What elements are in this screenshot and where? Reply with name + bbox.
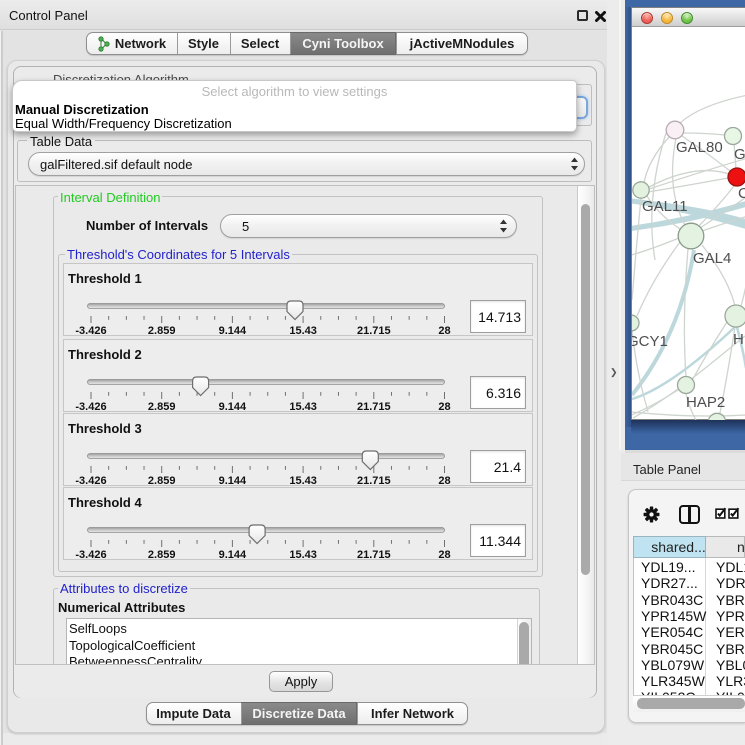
svg-text:21.715: 21.715 xyxy=(356,401,390,412)
svg-text:9.144: 9.144 xyxy=(218,401,246,412)
svg-text:GAL4: GAL4 xyxy=(693,250,731,267)
svg-text:15.43: 15.43 xyxy=(289,325,317,336)
svg-text:28: 28 xyxy=(438,475,450,486)
svg-text:21.715: 21.715 xyxy=(356,325,390,336)
svg-text:21.715: 21.715 xyxy=(356,475,390,486)
svg-text:2.859: 2.859 xyxy=(147,401,175,412)
svg-text:28: 28 xyxy=(438,325,450,336)
svg-text:GA: GA xyxy=(734,146,745,163)
svg-text:2.859: 2.859 xyxy=(147,549,175,560)
svg-text:HAP2: HAP2 xyxy=(686,394,725,411)
svg-text:-3.426: -3.426 xyxy=(75,475,106,486)
svg-text:15.43: 15.43 xyxy=(289,549,317,560)
svg-text:2.859: 2.859 xyxy=(147,475,175,486)
svg-text:-3.426: -3.426 xyxy=(75,401,106,412)
svg-text:28: 28 xyxy=(438,549,450,560)
svg-text:H: H xyxy=(733,331,744,348)
svg-text:GCY1: GCY1 xyxy=(632,333,668,350)
svg-text:28: 28 xyxy=(438,401,450,412)
svg-text:15.43: 15.43 xyxy=(289,401,317,412)
svg-text:9.144: 9.144 xyxy=(218,325,246,336)
svg-text:-3.426: -3.426 xyxy=(75,325,106,336)
svg-text:GAL80: GAL80 xyxy=(676,139,723,156)
svg-text:21.715: 21.715 xyxy=(356,549,390,560)
svg-text:9.144: 9.144 xyxy=(218,549,246,560)
svg-text:GAL11: GAL11 xyxy=(642,198,688,215)
svg-text:9.144: 9.144 xyxy=(218,475,246,486)
svg-text:2.859: 2.859 xyxy=(147,325,175,336)
svg-text:15.43: 15.43 xyxy=(289,475,317,486)
svg-text:-3.426: -3.426 xyxy=(75,549,106,560)
svg-text:C: C xyxy=(738,185,745,202)
